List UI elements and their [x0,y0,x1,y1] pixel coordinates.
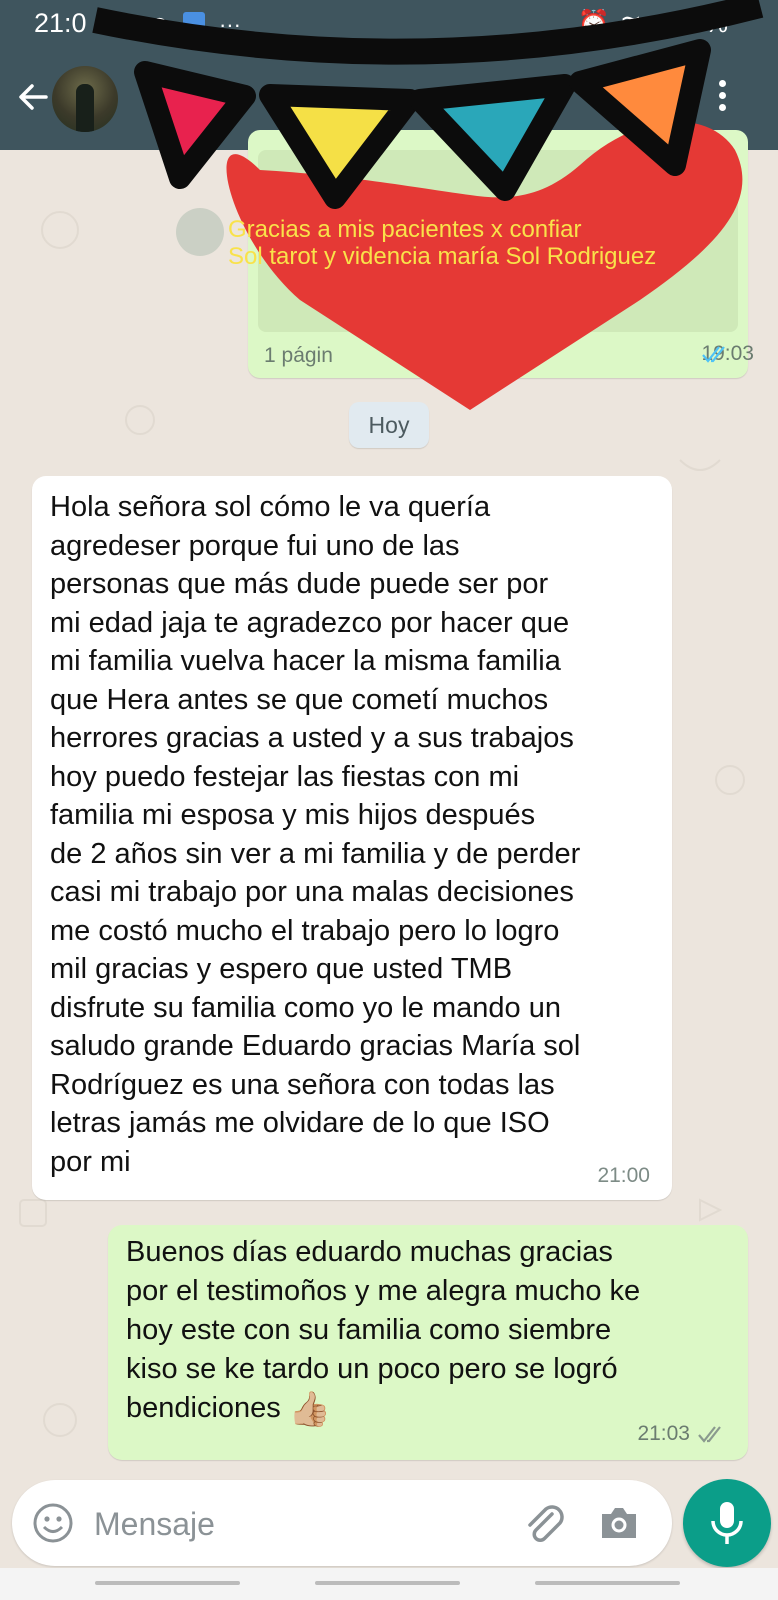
emoji-icon[interactable] [32,1502,74,1544]
outgoing-message-time: 21:03 [637,1422,690,1445]
banner-text: Gracias a mis pacientes x confiar Sol ta… [228,216,748,270]
read-ticks-icon [702,346,725,363]
incoming-message-text: Hola señora sol cómo le va quería agrede… [50,491,581,1178]
chat-header: 21:0 ☗ ◎ ··· ⏰ ≋ ▮ 35% [0,0,778,150]
nav-back-handle[interactable] [95,1581,240,1585]
message-input[interactable] [92,1502,516,1546]
signal-icon: ▮ [651,8,666,38]
date-separator: Hoy [349,402,429,448]
system-nav-bar [0,1568,778,1600]
document-hashtag: # [705,164,712,178]
nav-recent-handle[interactable] [535,1581,680,1585]
banner-line-1: Gracias a mis pacientes x confiar [228,216,582,243]
alarm-icon: ⏰ [577,8,610,38]
status-time: 21:0 [34,8,87,38]
battery-level: 35% [675,8,728,38]
menu-dots-icon[interactable] [715,80,729,114]
attach-icon[interactable] [522,1500,566,1546]
banner-line-2: Sol tarot y videncia maría Sol Rodriguez [228,243,657,270]
contact-avatar[interactable] [52,66,118,132]
voice-recorder-icon [182,12,205,38]
message-composer [12,1480,672,1566]
thumbs-up-emoji: 👍🏼 [288,1390,332,1429]
system-status: ⏰ ≋ ▮ 35% [577,8,728,39]
mic-button[interactable] [683,1479,771,1567]
outgoing-message-content: Buenos días eduardo muchas gracias por e… [126,1233,736,1428]
nav-home-handle[interactable] [315,1581,460,1585]
mic-icon [711,1502,743,1544]
incoming-message-time: 21:00 [597,1164,650,1187]
wifi-icon: ≋ [619,8,642,38]
incoming-message-bubble[interactable]: Hola señora sol cómo le va quería agrede… [32,476,672,1200]
camera-icon[interactable] [598,1504,640,1542]
forward-button[interactable] [176,208,224,256]
notification-icons: ☗ ◎ ··· [116,12,241,38]
more-notifications-icon: ··· [218,12,241,37]
read-ticks-icon [698,1426,721,1443]
document-pages: 1 págin [264,344,333,367]
back-arrow-icon[interactable] [16,80,50,114]
outgoing-message-bubble[interactable]: Buenos días eduardo muchas gracias por e… [108,1225,748,1460]
accessibility-icon: ☗ [116,12,136,37]
instagram-icon: ◎ [149,12,169,37]
outgoing-message-text: Buenos días eduardo muchas gracias por e… [126,1236,641,1424]
